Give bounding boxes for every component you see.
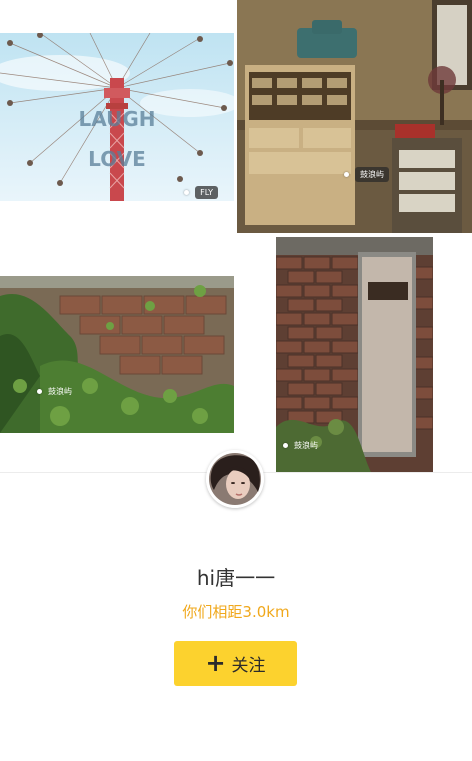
- sign-text-love: LOVE: [88, 147, 146, 171]
- location-dot-icon: [37, 389, 42, 394]
- photo-tag-label: FLY: [195, 186, 218, 199]
- photo-tag[interactable]: FLY: [184, 186, 218, 199]
- gallery-photo-overgrown-wall[interactable]: 鼓浪屿: [0, 276, 234, 433]
- gallery-photo-rusty-door[interactable]: 鼓浪屿: [276, 237, 433, 472]
- plus-icon: +: [205, 648, 226, 677]
- photo-tag-label: 鼓浪屿: [355, 167, 389, 182]
- location-dot-icon: [344, 172, 349, 177]
- gallery-photo-swing-ride[interactable]: LAUGH LOVE FLY: [0, 33, 234, 201]
- follow-button[interactable]: + 关注: [174, 641, 297, 686]
- profile-name: hi唐一一: [196, 566, 276, 590]
- photo-tag-label: 鼓浪屿: [48, 387, 72, 396]
- sign-text-laugh: LAUGH: [78, 107, 155, 131]
- gallery-photo-vintage-desk[interactable]: 鼓浪屿: [237, 0, 472, 233]
- location-dot-icon: [283, 443, 288, 448]
- follow-button-label: 关注: [231, 656, 266, 676]
- location-dot-icon: [184, 190, 190, 195]
- avatar[interactable]: [206, 450, 264, 508]
- photo-tag[interactable]: 鼓浪屿: [283, 440, 318, 451]
- photo-tag-label: 鼓浪屿: [294, 441, 318, 450]
- photo-tag[interactable]: 鼓浪屿: [344, 167, 389, 182]
- photo-gallery: LAUGH LOVE FLY 鼓浪屿 鼓浪屿 鼓浪屿: [0, 0, 472, 472]
- photo-tag[interactable]: 鼓浪屿: [37, 386, 72, 397]
- distance-text: 你们相距3.0km: [182, 603, 290, 621]
